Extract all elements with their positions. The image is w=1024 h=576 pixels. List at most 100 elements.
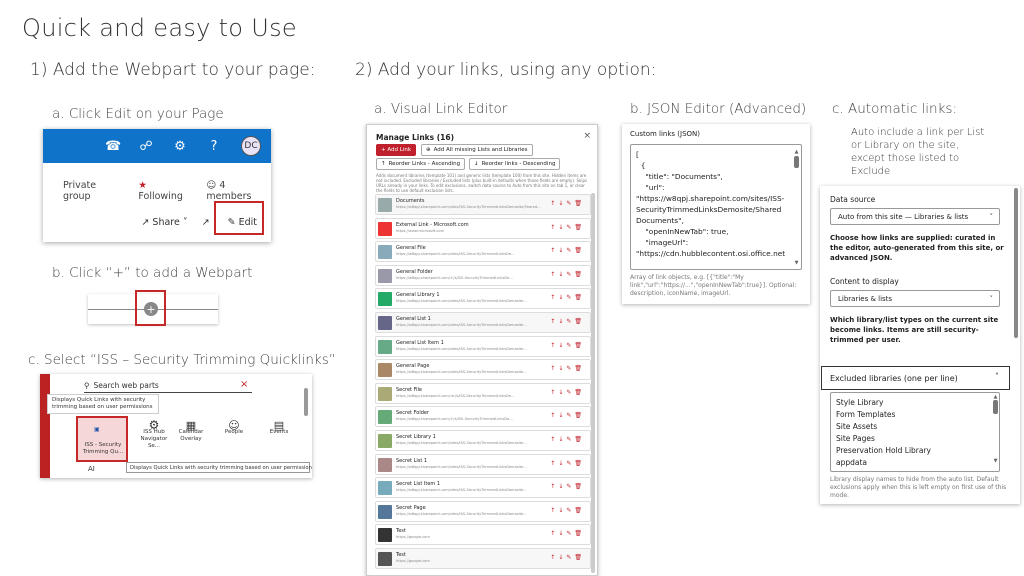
link-row[interactable]: Secret List 1 https://w8qpj.sharepoint.co… (375, 453, 591, 475)
gear-icon[interactable]: ⚙ (173, 139, 187, 154)
link-row[interactable]: Secret Page https://w8qpj.sharepoint.com/… (375, 500, 591, 522)
link-title: General Folder (396, 268, 433, 275)
data-source-label: Data source (830, 195, 876, 204)
delete-icon[interactable]: 🗑 (574, 247, 585, 254)
delete-icon[interactable]: 🗑 (574, 294, 585, 301)
delete-icon[interactable]: 🗑 (574, 483, 585, 490)
link-title: Secret List Item 1 (396, 481, 441, 488)
add-all-lists-button[interactable]: ⊕ Add All missing Lists and Libraries (421, 144, 533, 156)
link-row[interactable]: Documents https://w8qpj.sharepoint.com/si… (375, 194, 591, 215)
scrollbar[interactable] (304, 388, 308, 416)
avatar[interactable]: DC (241, 136, 261, 156)
link-row[interactable]: General Page https://w8qpj.sharepoint.com… (375, 359, 591, 381)
scrollbar[interactable] (591, 193, 595, 573)
following-button[interactable]: ★ Following (138, 180, 192, 202)
webpart-description-tooltip: Displays Quick Links with security trimm… (126, 462, 312, 473)
link-thumbnail (378, 504, 392, 519)
delete-icon[interactable]: 🗑 (574, 224, 585, 231)
delete-icon[interactable]: 🗑 (574, 200, 585, 207)
scrollbar[interactable] (1014, 188, 1018, 338)
gear-icon: ⚙ (148, 418, 160, 432)
manage-links-panel: Manage Links (16) × + Add Link ⊕ Add All … (366, 124, 598, 576)
delete-icon[interactable]: 🗑 (574, 342, 585, 349)
delete-icon[interactable]: 🗑 (574, 412, 585, 419)
scrollbar[interactable]: ▲ ▼ (993, 394, 998, 470)
link-row[interactable]: Secret Library 1 https://w8qpj.sharepoint… (375, 430, 591, 451)
add-icon: ⊕ (426, 147, 431, 153)
scrollbar[interactable]: ▲ ▼ (794, 149, 799, 267)
megaphone-icon[interactable]: ☎ (105, 139, 121, 154)
webpart-tile-label: Events (269, 429, 289, 435)
link-title: General List Item 1 (396, 339, 444, 346)
members-button[interactable]: ☺ 4 members (206, 180, 271, 202)
help-icon[interactable]: ? (207, 139, 221, 154)
webpart-tile-calendar[interactable]: ▦ Calendar Overlay (176, 420, 206, 443)
add-webpart-screenshot: + (88, 290, 218, 326)
link-row[interactable]: General List 1 https://w8qpj.sharepoint.c… (375, 312, 591, 333)
json-editor-panel: Custom links (JSON) [ { "title": "Docume… (622, 124, 810, 304)
content-help: Which library/list types on the current … (830, 316, 999, 344)
link-thumbnail (378, 434, 392, 448)
excluded-libraries-toggle[interactable]: Excluded libraries (one per line) ˄ (821, 366, 1010, 390)
person-icon: ☺ (228, 419, 240, 432)
scroll-down-icon[interactable]: ▼ (993, 458, 998, 464)
auto-desc-line: except those listed to (851, 153, 960, 164)
delete-icon[interactable]: 🗑 (574, 389, 585, 396)
webpart-logo-icon: ▣ (94, 426, 100, 433)
link-actions: ↑↓✎🗑 (550, 247, 585, 254)
delete-icon[interactable]: 🗑 (574, 530, 585, 537)
reorder-ascending-button[interactable]: ↑ Reorder Links - Ascending (376, 158, 466, 170)
webpart-tile-hub-navigator[interactable]: ⚙ ISS Hub Navigator Se... (134, 418, 174, 450)
scroll-up-icon[interactable]: ▲ (794, 149, 799, 155)
data-source-dropdown[interactable]: Auto from this site — Libraries & lists ˅ (830, 208, 1000, 225)
scroll-thumb[interactable] (993, 400, 998, 414)
delete-icon[interactable]: 🗑 (574, 436, 585, 443)
tooltip-line: Displays Quick Links with security (52, 397, 146, 403)
search-placeholder: Search web parts (93, 381, 159, 390)
link-thumbnail (378, 552, 392, 566)
link-row[interactable]: General File https://w8qpj.sharepoint.com… (375, 241, 591, 263)
expand-icon[interactable]: ↗ (202, 217, 210, 228)
auto-desc-line: or Library on the site, (851, 140, 960, 151)
webpart-tile-people[interactable]: ☺ People (220, 419, 248, 436)
link-row[interactable]: External Link - Microsoft.com https://www… (375, 217, 591, 239)
delete-icon[interactable]: 🗑 (574, 507, 585, 514)
close-icon[interactable]: × (583, 131, 591, 141)
reorder-descending-button[interactable]: ↓ Reorder links - Descending (469, 158, 561, 170)
excluded-libraries-label: Excluded libraries (one per line) (830, 373, 958, 383)
link-actions: ↑↓✎🗑 (550, 507, 585, 514)
webpart-tile-events[interactable]: ▤ Events (264, 420, 294, 436)
delete-icon[interactable]: 🗑 (574, 460, 585, 467)
scroll-up-icon[interactable]: ▲ (993, 394, 998, 400)
share-button[interactable]: ↗ Share ˅ (141, 217, 187, 228)
delete-icon[interactable]: 🗑 (574, 271, 585, 278)
webpart-tile-iss-security[interactable]: ▣ ISS - Security Trimming Qu... (76, 416, 128, 462)
share-network-icon[interactable]: ☍ (139, 139, 153, 154)
delete-icon[interactable]: 🗑 (574, 554, 585, 561)
link-row[interactable]: General Library 1 https://w8qpj.sharepoin… (375, 288, 591, 310)
excluded-libraries-textarea[interactable]: Style Library Form Templates Site Assets Si… (830, 392, 1000, 472)
link-row[interactable]: Secret File https://w8qpj.sharepoint.com/… (375, 382, 591, 404)
tooltip-line: trimming based on user permissions (52, 404, 153, 410)
content-dropdown[interactable]: Libraries & lists ˅ (830, 290, 1000, 307)
link-row[interactable]: Test https://google.com ↑↓✎🗑 (375, 524, 591, 546)
delete-icon[interactable]: 🗑 (574, 318, 585, 325)
clear-search-icon[interactable]: × (240, 379, 248, 390)
link-actions: ↑↓✎🗑 (550, 318, 585, 325)
link-row[interactable]: General List Item 1 https://w8qpj.sharepo… (375, 335, 591, 357)
link-url: https://w8qpj.sharepoint.com/sites/ISS-S… (396, 370, 527, 375)
scroll-down-icon[interactable]: ▼ (794, 260, 799, 266)
link-thumbnail (378, 386, 392, 401)
webpart-tile-label: ISS Hub Navigator Se... (140, 429, 168, 449)
search-input[interactable]: ⚲ Search web parts (84, 379, 252, 393)
step-1c-label: c. Select “ISS – Security Trimming Quick… (28, 352, 336, 368)
json-textarea[interactable]: [ { "title": "Documents", "url": "https:… (630, 144, 802, 270)
link-url: https://google.com (396, 559, 430, 563)
link-row[interactable]: General Folder https://w8qpj.sharepoint.c… (375, 264, 591, 286)
link-row[interactable]: Test https://google.com ↑↓✎🗑 (375, 548, 591, 569)
add-link-button[interactable]: + Add Link (376, 144, 417, 156)
link-row[interactable]: Secret List Item 1 https://w8qpj.sharepoi… (375, 477, 591, 499)
delete-icon[interactable]: 🗑 (574, 365, 585, 372)
scroll-thumb[interactable] (794, 156, 799, 168)
link-row[interactable]: Secret Folder https://w8qpj.sharepoint.co… (375, 406, 591, 428)
